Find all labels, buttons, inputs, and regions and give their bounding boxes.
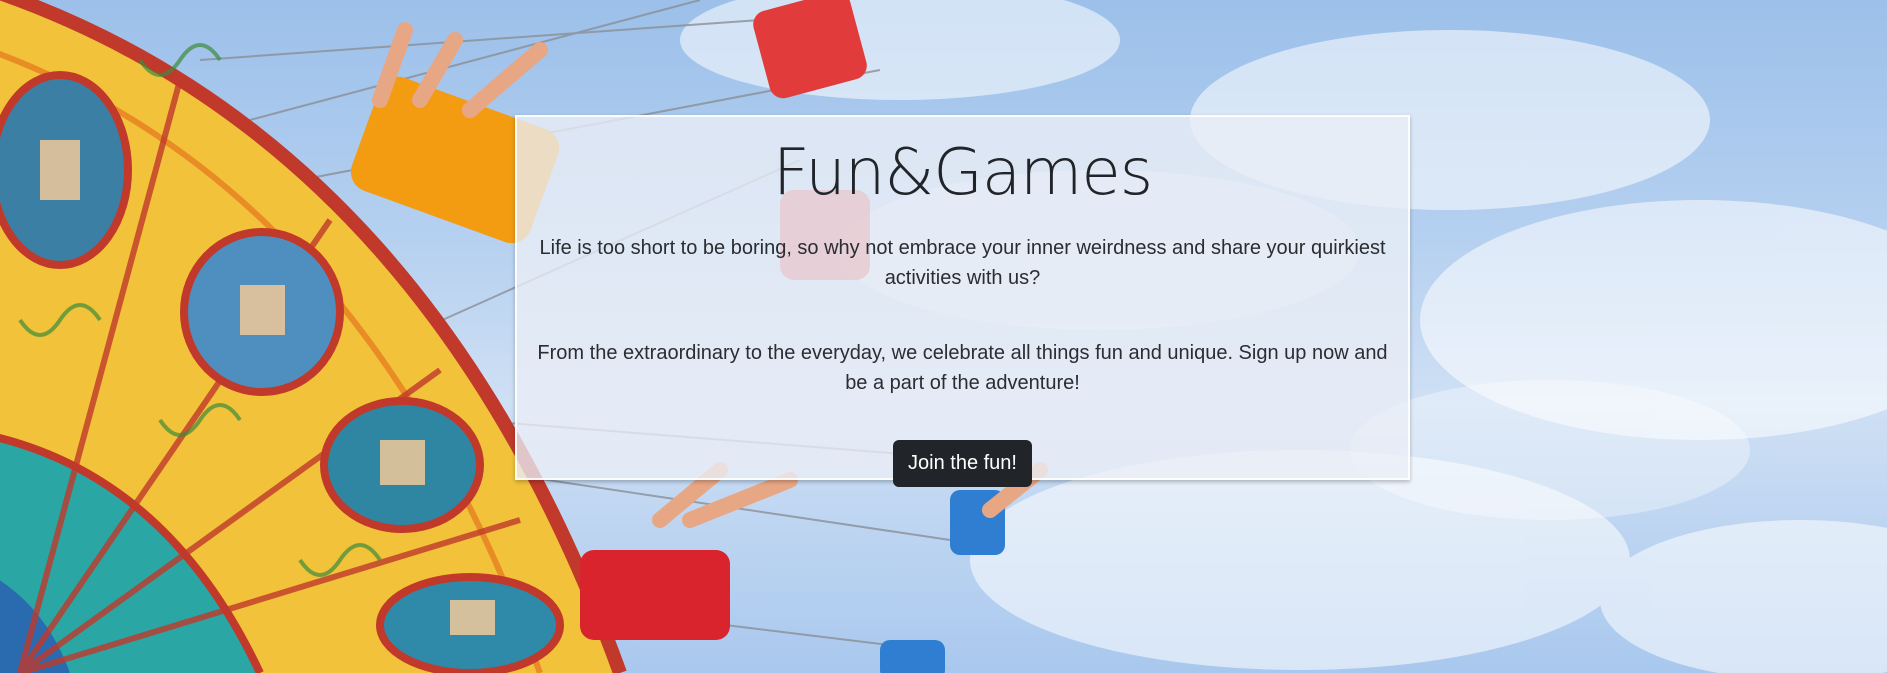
- hero-card: Fun&Games Life is too short to be boring…: [515, 115, 1410, 487]
- page-title: Fun&Games: [772, 136, 1153, 210]
- intro-paragraph: Life is too short to be boring, so why n…: [539, 237, 1386, 289]
- join-the-fun-button[interactable]: Join the fun!: [893, 440, 1032, 487]
- hero-section: Fun&Games Life is too short to be boring…: [0, 0, 1887, 673]
- signup-paragraph: From the extraordinary to the everyday, …: [537, 342, 1388, 394]
